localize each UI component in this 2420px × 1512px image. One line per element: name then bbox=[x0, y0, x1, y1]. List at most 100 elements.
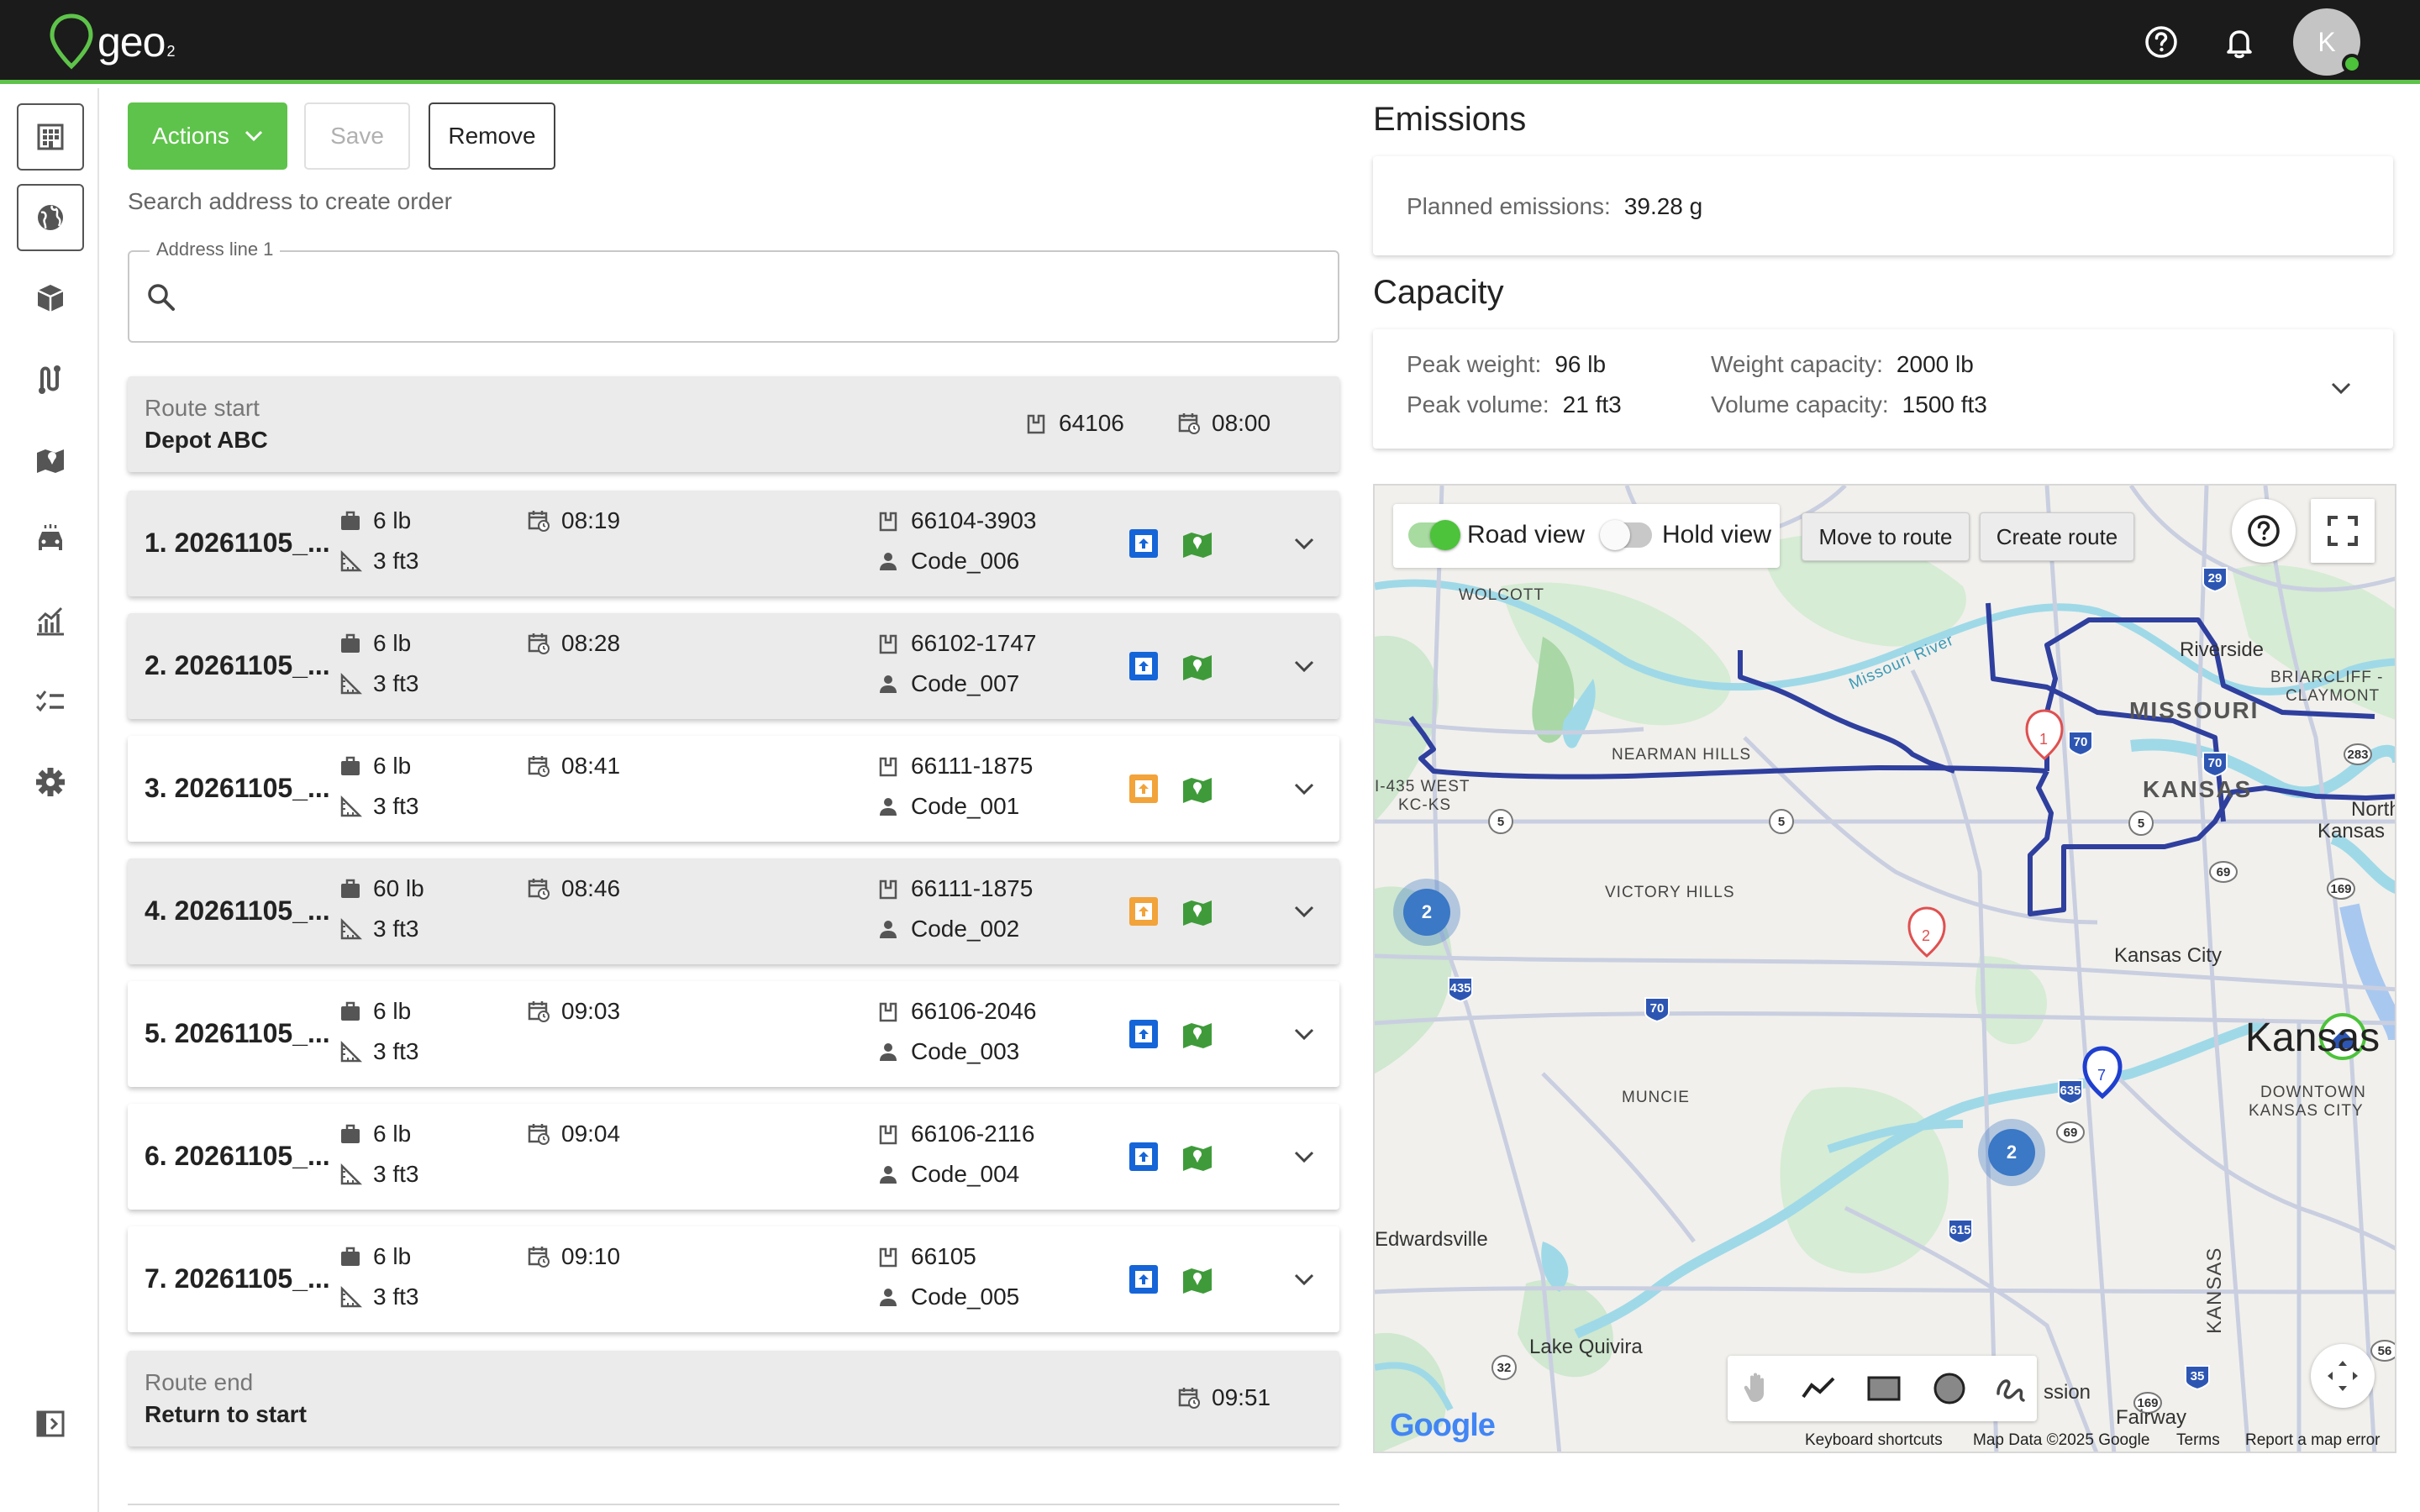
weight-bag-icon bbox=[341, 511, 360, 530]
user-avatar[interactable]: K bbox=[2293, 8, 2362, 76]
show-on-map-icon[interactable] bbox=[1181, 1263, 1213, 1295]
expand-chevron-icon[interactable] bbox=[1287, 527, 1321, 560]
map-label-fairway: Fairway bbox=[2116, 1406, 2187, 1429]
vehicle-icon bbox=[39, 524, 62, 550]
circle-tool-icon[interactable] bbox=[1931, 1370, 1968, 1407]
expand-chevron-icon[interactable] bbox=[1287, 1140, 1321, 1173]
hold-view-toggle-knob bbox=[1600, 520, 1630, 550]
sidebar-item-routes[interactable] bbox=[17, 345, 84, 412]
polyline-tool-icon[interactable] bbox=[1800, 1370, 1837, 1407]
road-view-toggle-knob bbox=[1430, 520, 1460, 550]
stop-zip-value: 66106-2116 bbox=[911, 1121, 1035, 1147]
create-route-button[interactable]: Create route bbox=[1980, 512, 2134, 561]
move-to-route-button[interactable]: Move to route bbox=[1802, 512, 1970, 561]
map-label-kansas-state: KANSAS bbox=[2143, 776, 2253, 802]
map-label-kansas-vertical: KANSAS bbox=[2203, 1247, 2226, 1334]
stop-type-icon[interactable] bbox=[1128, 1263, 1160, 1295]
stop-time-value: 09:10 bbox=[561, 1243, 621, 1269]
stop-card[interactable]: 1. 20261105_... 6 lb 3 ft3 08:19 66104-3903 C… bbox=[128, 491, 1339, 596]
stop-card[interactable]: 6. 20261105_... 6 lb 3 ft3 09:04 66106-2116 C… bbox=[128, 1104, 1339, 1210]
stop-type-icon[interactable] bbox=[1128, 650, 1160, 682]
map-data-text: Map Data ©2025 Google bbox=[1973, 1431, 2150, 1449]
logo-subscript: 2 bbox=[166, 42, 176, 60]
planned-emissions-value: 39.28 g bbox=[1623, 193, 1703, 219]
collapse-sidebar-button[interactable] bbox=[17, 1390, 84, 1457]
cluster-marker[interactable]: 2 bbox=[1988, 1129, 2035, 1176]
sidebar-item-settings[interactable] bbox=[17, 748, 84, 816]
expand-chevron-icon[interactable] bbox=[1287, 1017, 1321, 1051]
stop-code-value: Code_004 bbox=[911, 1161, 1020, 1187]
stop-card[interactable]: 7. 20261105_... 6 lb 3 ft3 09:10 66105 Code_0… bbox=[128, 1226, 1339, 1332]
sidebar-item-map[interactable] bbox=[17, 426, 84, 493]
pan-hand-icon[interactable] bbox=[1738, 1370, 1775, 1407]
top-bar: geo 2 K bbox=[0, 0, 2420, 84]
route-map[interactable]: 29 70 70 435 70 635 615 35 56 169 283 69… bbox=[1373, 484, 2396, 1453]
rectangle-tool-icon[interactable] bbox=[1865, 1370, 1902, 1407]
capacity-title: Capacity bbox=[1373, 274, 1504, 311]
expand-chevron-icon[interactable] bbox=[1287, 1263, 1321, 1296]
map-label-muncie: MUNCIE bbox=[1622, 1089, 1690, 1106]
help-icon[interactable] bbox=[2143, 24, 2180, 60]
stop-card[interactable]: 5. 20261105_... 6 lb 3 ft3 09:03 66106-2046 C… bbox=[128, 981, 1339, 1087]
expand-chevron-icon[interactable] bbox=[1287, 895, 1321, 928]
volume-ruler-icon bbox=[340, 1163, 363, 1185]
stop-card[interactable]: 2. 20261105_... 6 lb 3 ft3 08:28 66102-1747 C… bbox=[128, 613, 1339, 719]
stop-type-icon[interactable] bbox=[1128, 1018, 1160, 1050]
chevron-down-icon[interactable] bbox=[2326, 373, 2356, 403]
postal-code-icon bbox=[879, 1125, 897, 1145]
stop-title: 3. 20261105_... bbox=[145, 773, 329, 803]
fullscreen-button[interactable] bbox=[2311, 499, 2375, 563]
weight-bag-icon bbox=[341, 1247, 360, 1266]
settings-icon bbox=[36, 768, 65, 796]
stop-type-icon[interactable] bbox=[1128, 773, 1160, 805]
expand-chevron-icon[interactable] bbox=[1287, 772, 1321, 806]
save-button[interactable]: Save bbox=[304, 102, 410, 170]
stop-marker-2-number: 2 bbox=[1922, 927, 1931, 944]
stop-type-icon[interactable] bbox=[1128, 1141, 1160, 1173]
keyboard-shortcuts-link[interactable]: Keyboard shortcuts bbox=[1805, 1431, 1943, 1450]
show-on-map-icon[interactable] bbox=[1181, 1018, 1213, 1050]
expand-chevron-icon[interactable] bbox=[1287, 649, 1321, 683]
app-logo[interactable]: geo 2 bbox=[49, 12, 175, 72]
sidebar-item-orders[interactable] bbox=[17, 265, 84, 332]
notifications-bell-icon[interactable] bbox=[2221, 24, 2258, 60]
show-on-map-icon[interactable] bbox=[1181, 1141, 1213, 1173]
stop-card[interactable]: 3. 20261105_... 6 lb 3 ft3 08:41 66111-1875 C… bbox=[128, 736, 1339, 842]
show-on-map-icon[interactable] bbox=[1181, 528, 1213, 559]
planned-emissions: Planned emissions: 39.28 g bbox=[1407, 193, 1702, 220]
stop-code: Code_004 bbox=[876, 1161, 1019, 1188]
actions-dropdown-button[interactable]: Actions bbox=[128, 102, 287, 170]
report-map-error-link[interactable]: Report a map error bbox=[2245, 1431, 2381, 1450]
stop-weight: 6 lb bbox=[338, 1121, 411, 1147]
remove-button[interactable]: Remove bbox=[429, 102, 555, 170]
cluster-marker[interactable]: 2 bbox=[1403, 889, 1450, 936]
address-line-1-input[interactable] bbox=[197, 277, 1323, 319]
road-view-toggle[interactable] bbox=[1408, 520, 1460, 550]
map-label-wolcott: WOLCOTT bbox=[1459, 586, 1544, 604]
stop-type-icon[interactable] bbox=[1128, 528, 1160, 559]
show-on-map-icon[interactable] bbox=[1181, 650, 1213, 682]
stop-card[interactable]: 4. 20261105_... 60 lb 3 ft3 08:46 66111-1875… bbox=[128, 858, 1339, 964]
map-canvas[interactable]: 29 70 70 435 70 635 615 35 56 169 283 69… bbox=[1375, 486, 2396, 1453]
recenter-button[interactable] bbox=[2311, 1344, 2375, 1408]
sidebar-item-vehicles[interactable] bbox=[17, 507, 84, 574]
clock-calendar-icon bbox=[528, 756, 550, 777]
sidebar-item-analytics[interactable] bbox=[17, 587, 84, 654]
show-on-map-icon[interactable] bbox=[1181, 773, 1213, 805]
sidebar-item-global[interactable] bbox=[17, 184, 84, 251]
stop-code: Code_005 bbox=[876, 1284, 1019, 1310]
stop-volume: 3 ft3 bbox=[338, 1038, 418, 1065]
peak-weight-label: Peak weight: bbox=[1407, 351, 1542, 377]
address-search-field[interactable]: Address line 1 bbox=[128, 239, 1339, 343]
sidebar-item-tasks[interactable] bbox=[17, 668, 84, 735]
peak-volume: Peak volume: 21 ft3 bbox=[1407, 391, 1622, 418]
sidebar bbox=[0, 88, 99, 1512]
show-on-map-icon[interactable] bbox=[1181, 895, 1213, 927]
hold-view-toggle[interactable] bbox=[1600, 520, 1652, 550]
sidebar-item-locations[interactable] bbox=[17, 103, 84, 171]
terms-link[interactable]: Terms bbox=[2176, 1431, 2220, 1450]
map-help-button[interactable] bbox=[2232, 499, 2296, 563]
freehand-tool-icon[interactable] bbox=[1993, 1370, 2030, 1407]
svg-text:35: 35 bbox=[2191, 1369, 2205, 1383]
stop-type-icon[interactable] bbox=[1128, 895, 1160, 927]
